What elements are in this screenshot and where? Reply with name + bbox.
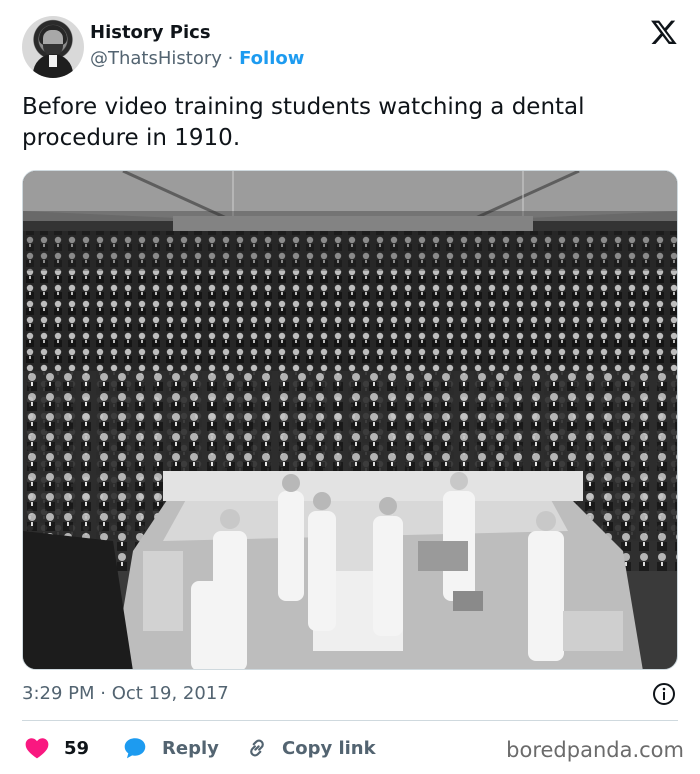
watermark: boredpanda.com: [506, 738, 684, 762]
tweet-text: Before video training students watching …: [22, 94, 585, 151]
x-logo-icon[interactable]: [650, 18, 678, 46]
copy-link-button[interactable]: Copy link: [244, 734, 376, 762]
author-handle[interactable]: @ThatsHistory: [90, 48, 222, 69]
link-icon: [250, 739, 264, 757]
meta-separator: ·: [100, 683, 106, 704]
handle-separator: ·: [227, 48, 234, 69]
heart-icon: [25, 738, 49, 759]
tweet-timestamp[interactable]: 3:29 PM · Oct 19, 2017: [22, 683, 229, 704]
reply-label: Reply: [162, 737, 219, 759]
avatar[interactable]: [22, 16, 84, 78]
copy-link-label: Copy link: [282, 737, 376, 759]
divider: [22, 720, 678, 721]
tweet-date: Oct 19, 2017: [111, 683, 229, 704]
operating-theatre-photo: [23, 171, 677, 669]
like-count: 59: [64, 737, 90, 759]
tweet-time: 3:29 PM: [22, 683, 95, 704]
author-name[interactable]: History Pics: [90, 22, 211, 43]
like-button[interactable]: 59: [24, 734, 89, 762]
reply-bubble-icon: [124, 738, 146, 759]
tweet-header: History Pics @ThatsHistory · Follow: [22, 16, 682, 78]
reply-button[interactable]: Reply: [122, 734, 219, 762]
tweet-photo[interactable]: [22, 170, 678, 670]
follow-button[interactable]: Follow: [239, 48, 304, 69]
info-icon[interactable]: [652, 682, 676, 706]
author-handle-row: @ThatsHistory · Follow: [90, 48, 304, 69]
